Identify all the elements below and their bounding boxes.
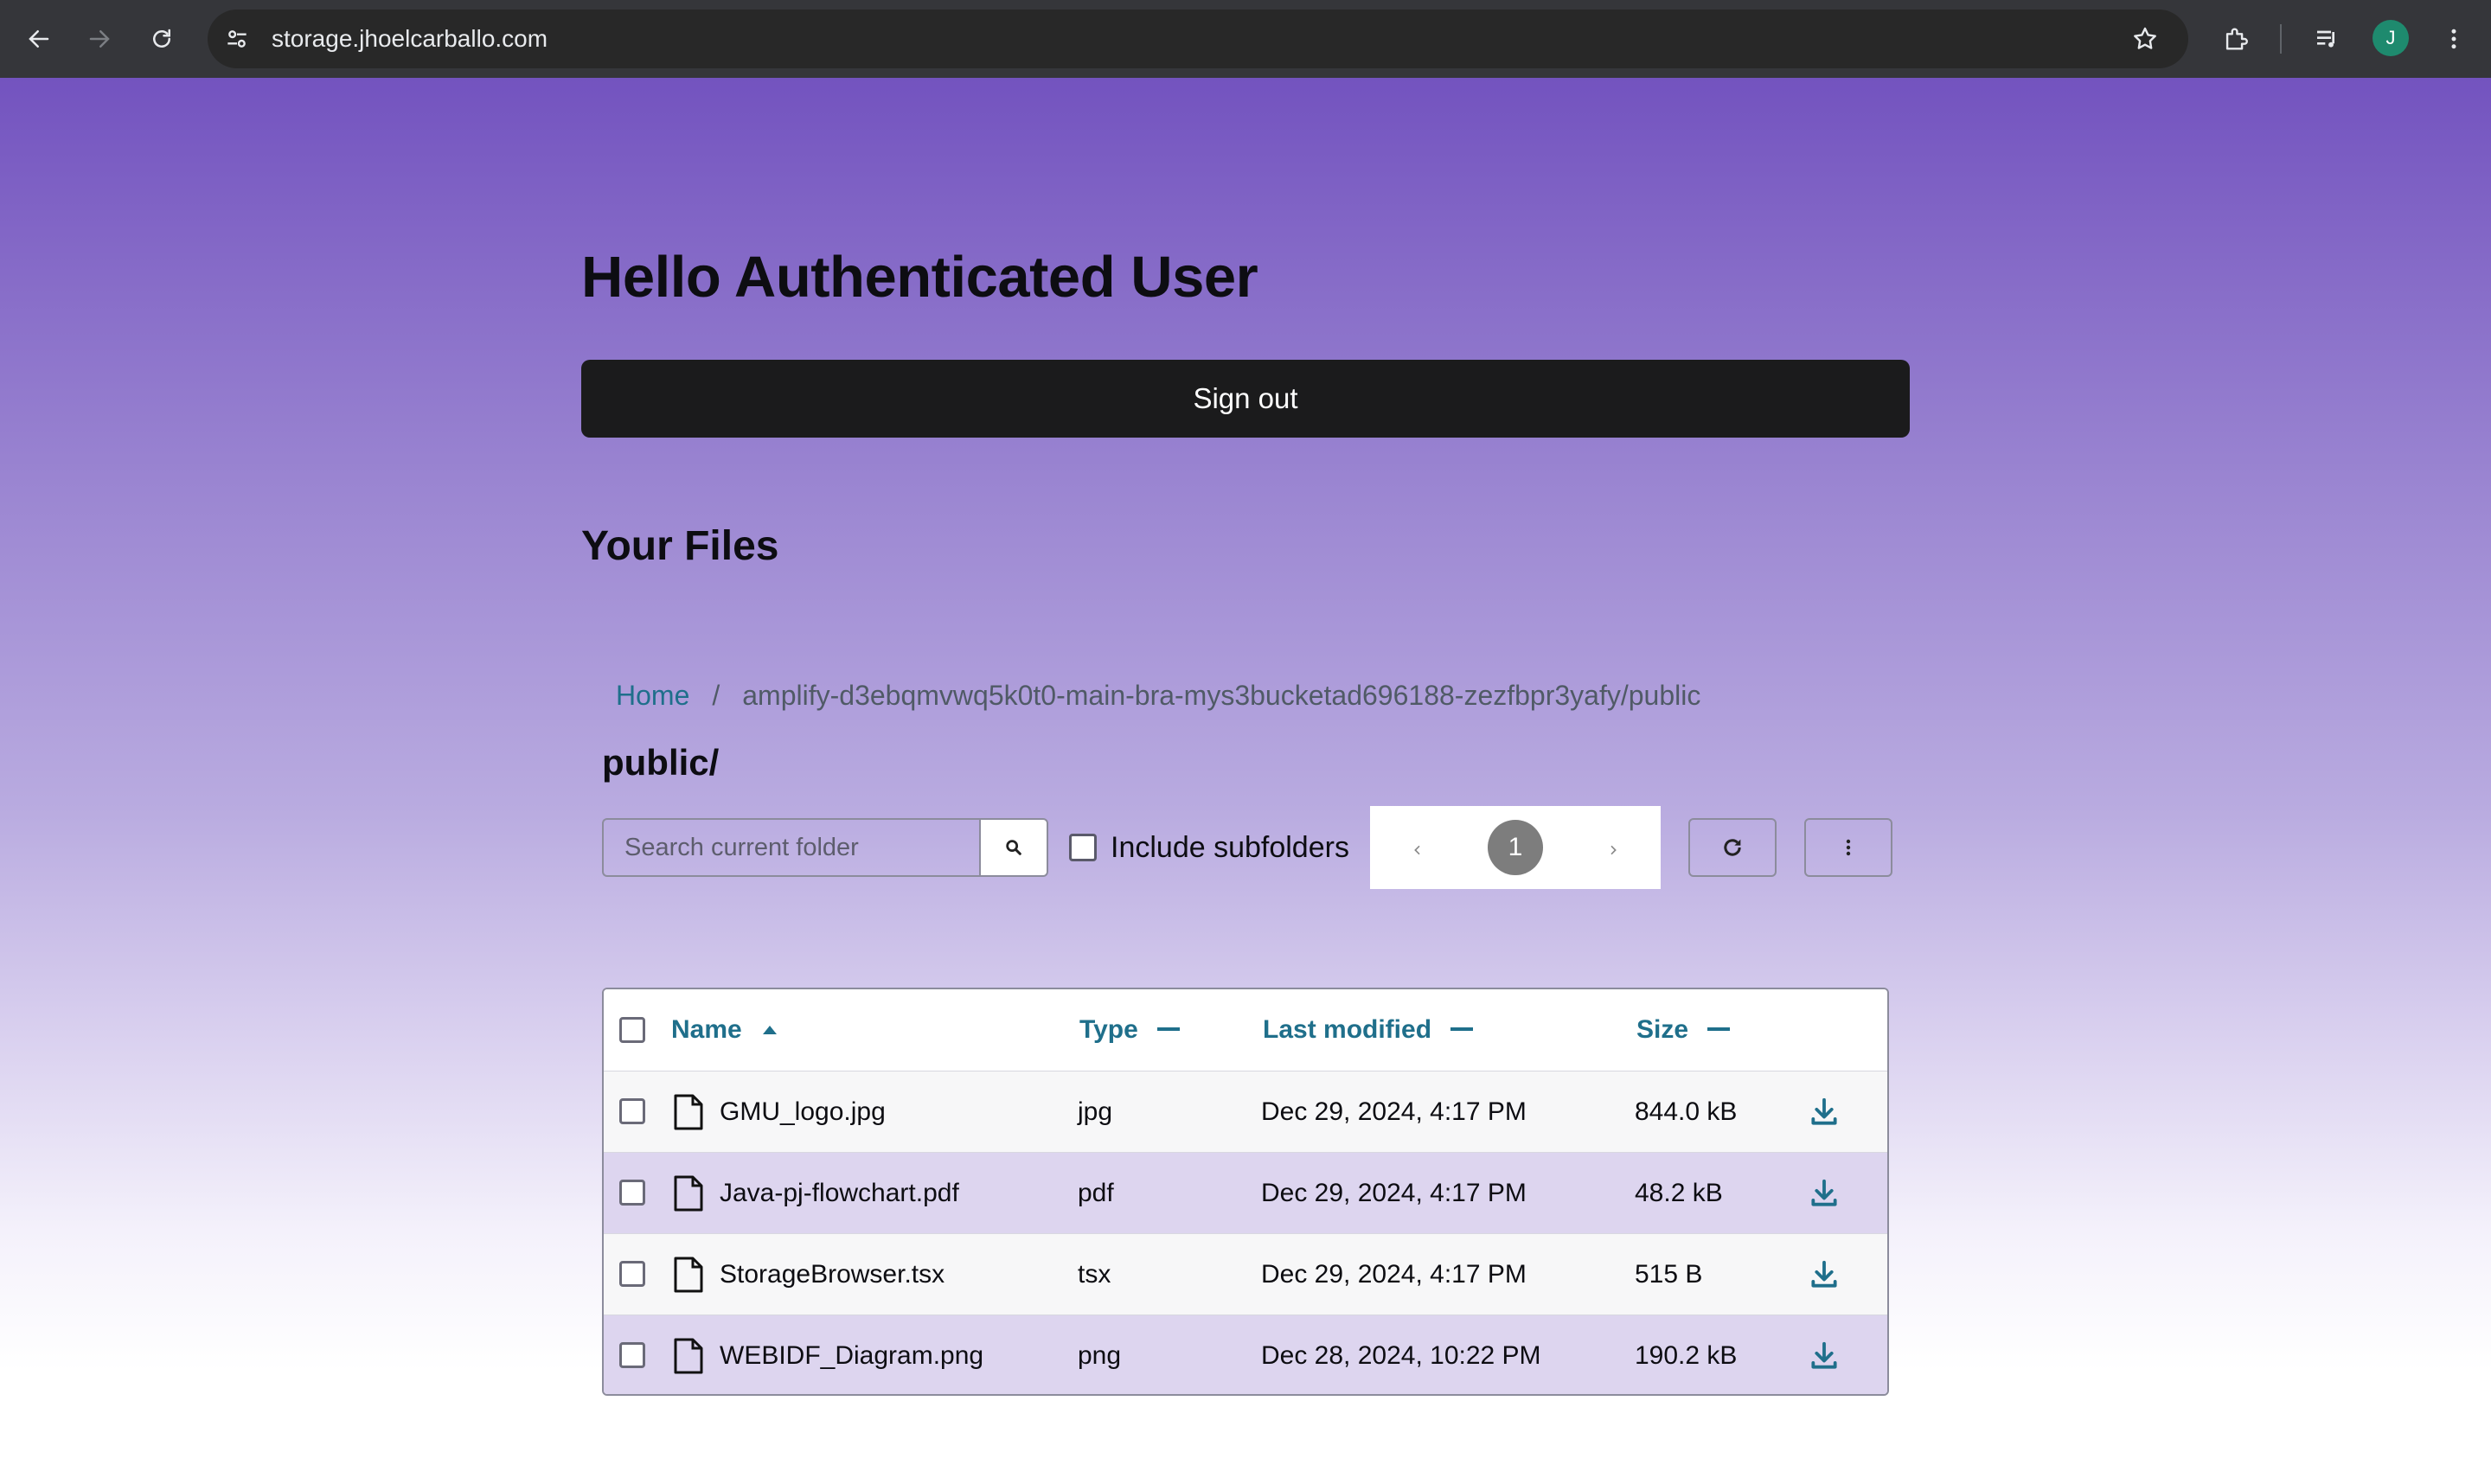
table-row[interactable]: Java-pj-flowchart.pdf pdf Dec 29, 2024, …: [604, 1152, 1887, 1234]
include-subfolders-checkbox[interactable]: [1069, 834, 1097, 861]
table-row[interactable]: WEBIDF_Diagram.png png Dec 28, 2024, 10:…: [604, 1314, 1887, 1394]
download-icon[interactable]: [1808, 1177, 1841, 1210]
download-icon[interactable]: [1808, 1340, 1841, 1372]
file-modified: Dec 29, 2024, 4:17 PM: [1261, 1260, 1527, 1289]
reload-button[interactable]: [140, 17, 183, 61]
browser-toolbar: storage.jhoelcarballo.com J: [0, 0, 2491, 78]
files-heading: Your Files: [581, 523, 779, 569]
actions-menu-button[interactable]: [1804, 818, 1892, 877]
bookmark-star-icon[interactable]: [2131, 25, 2159, 53]
row-checkbox[interactable]: [619, 1342, 645, 1368]
file-type: jpg: [1078, 1097, 1113, 1126]
back-arrow-icon: [29, 30, 49, 48]
puzzle-icon: [2225, 28, 2248, 50]
previous-page-button[interactable]: [1405, 831, 1431, 865]
toolbar-divider: [2280, 24, 2282, 54]
breadcrumb-current-path: amplify-d3ebqmvwq5k0t0-main-bra-mys3buck…: [742, 680, 1701, 711]
file-size: 515 B: [1635, 1260, 1703, 1289]
extensions-button[interactable]: [2214, 17, 2257, 61]
chevron-right-icon: [1611, 845, 1617, 854]
pagination: 1: [1370, 806, 1661, 889]
file-modified: Dec 29, 2024, 4:17 PM: [1261, 1179, 1527, 1207]
media-queue-icon: [2317, 30, 2334, 48]
file-icon: [674, 1257, 703, 1293]
current-page-indicator[interactable]: 1: [1488, 820, 1543, 875]
file-size: 48.2 kB: [1635, 1179, 1723, 1207]
refresh-icon: [1724, 839, 1741, 856]
media-controls-button[interactable]: [2306, 17, 2349, 61]
folder-title: public/: [602, 742, 720, 783]
column-name-label: Name: [671, 1015, 742, 1044]
reload-icon: [153, 29, 170, 48]
table-row[interactable]: GMU_logo.jpg jpg Dec 29, 2024, 4:17 PM 8…: [604, 1071, 1887, 1153]
file-type: tsx: [1078, 1260, 1111, 1289]
next-page-button[interactable]: [1600, 831, 1626, 865]
sort-ascending-icon: [761, 1024, 778, 1036]
refresh-button[interactable]: [1688, 818, 1777, 877]
sort-none-icon: [1707, 1027, 1731, 1033]
url-text[interactable]: storage.jhoelcarballo.com: [272, 10, 548, 68]
column-header-size[interactable]: Size: [1636, 989, 1731, 1071]
column-header-modified[interactable]: Last modified: [1263, 989, 1474, 1071]
file-icon: [674, 1338, 703, 1374]
kebab-menu-icon: [2451, 29, 2456, 49]
file-type: pdf: [1078, 1179, 1114, 1207]
sort-none-icon: [1156, 1027, 1180, 1033]
forward-button[interactable]: [78, 17, 121, 61]
download-icon[interactable]: [1808, 1258, 1841, 1291]
site-settings-icon[interactable]: [223, 25, 251, 53]
column-header-name[interactable]: Name: [671, 989, 778, 1071]
file-icon: [674, 1094, 703, 1130]
breadcrumb-separator: /: [712, 680, 720, 711]
download-icon[interactable]: [1808, 1096, 1841, 1129]
column-size-label: Size: [1636, 1015, 1689, 1044]
table-row[interactable]: StorageBrowser.tsx tsx Dec 29, 2024, 4:1…: [604, 1233, 1887, 1315]
table-header: Name Type Last modified Size: [604, 989, 1887, 1072]
file-size: 844.0 kB: [1635, 1097, 1738, 1126]
address-bar[interactable]: storage.jhoelcarballo.com: [208, 10, 2188, 68]
select-all-checkbox[interactable]: [619, 1017, 645, 1043]
sign-out-button[interactable]: Sign out: [581, 360, 1910, 438]
search-button[interactable]: [979, 818, 1048, 877]
forward-arrow-icon: [89, 30, 110, 48]
sort-none-icon: [1450, 1027, 1474, 1033]
column-modified-label: Last modified: [1263, 1015, 1432, 1044]
row-checkbox[interactable]: [619, 1180, 645, 1206]
profile-avatar[interactable]: J: [2373, 20, 2409, 56]
file-icon: [674, 1175, 703, 1212]
row-checkbox[interactable]: [619, 1098, 645, 1124]
file-table: Name Type Last modified Size GMU_logo.jp…: [602, 988, 1889, 1396]
breadcrumb-home-link[interactable]: Home: [616, 680, 689, 711]
file-name[interactable]: WEBIDF_Diagram.png: [720, 1315, 983, 1394]
breadcrumb: Home / amplify-d3ebqmvwq5k0t0-main-bra-mys…: [616, 680, 1700, 712]
column-header-type[interactable]: Type: [1079, 989, 1180, 1071]
chevron-left-icon: [1414, 845, 1420, 854]
page-content: Hello Authenticated User Sign out Your F…: [0, 78, 2491, 1484]
file-size: 190.2 kB: [1635, 1341, 1738, 1370]
search-icon: [1006, 840, 1021, 855]
file-modified: Dec 28, 2024, 10:22 PM: [1261, 1341, 1541, 1370]
greeting-heading: Hello Authenticated User: [581, 245, 1258, 310]
column-type-label: Type: [1079, 1015, 1138, 1044]
include-subfolders-label[interactable]: Include subfolders: [1111, 818, 1349, 877]
file-modified: Dec 29, 2024, 4:17 PM: [1261, 1097, 1527, 1126]
row-checkbox[interactable]: [619, 1261, 645, 1287]
search-input[interactable]: [602, 818, 979, 877]
file-name[interactable]: Java-pj-flowchart.pdf: [720, 1153, 959, 1234]
file-type: png: [1078, 1341, 1122, 1370]
file-name[interactable]: StorageBrowser.tsx: [720, 1234, 945, 1315]
back-button[interactable]: [17, 17, 61, 61]
browser-menu-button[interactable]: [2432, 17, 2475, 61]
more-vertical-icon: [1846, 839, 1851, 856]
file-name[interactable]: GMU_logo.jpg: [720, 1071, 886, 1153]
